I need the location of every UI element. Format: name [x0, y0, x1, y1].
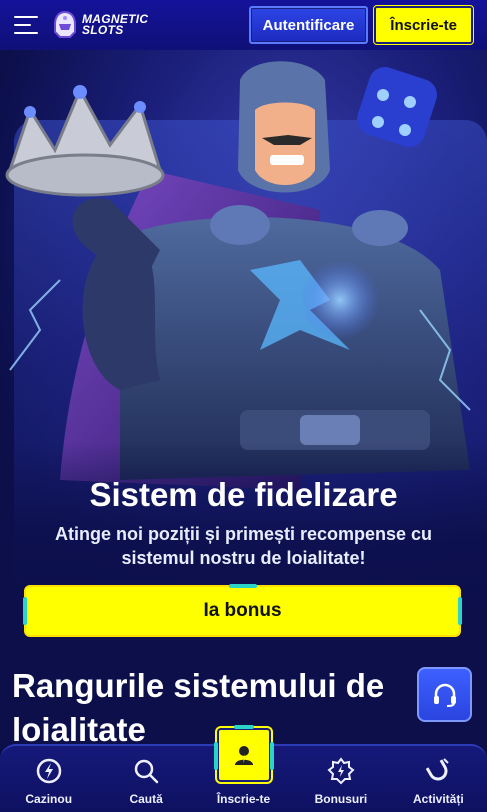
- nav-item-search[interactable]: Caută: [97, 746, 194, 812]
- dice-icon: [357, 67, 437, 147]
- top-header: MAGNETIC SLOTS Autentificare Înscrie-te: [0, 0, 487, 50]
- nav-item-bonuses[interactable]: Bonusuri: [292, 746, 389, 812]
- nav-item-signup[interactable]: Înscrie-te: [195, 725, 292, 812]
- brand-logo[interactable]: MAGNETIC SLOTS: [52, 10, 148, 40]
- nav-item-casino[interactable]: Cazinou: [0, 746, 97, 812]
- signup-center-button[interactable]: [213, 725, 274, 782]
- login-button[interactable]: Autentificare: [248, 6, 369, 44]
- logo-text-line2: SLOTS: [82, 23, 124, 37]
- get-bonus-button[interactable]: Ia bonus: [23, 584, 462, 637]
- ranks-title-line2: loialitate: [12, 711, 146, 748]
- signup-button[interactable]: Înscrie-te: [374, 6, 473, 44]
- crown-icon: [5, 85, 165, 197]
- menu-icon[interactable]: [14, 16, 38, 34]
- bonus-badge-icon: [326, 756, 356, 786]
- casino-chip-icon: [34, 756, 64, 786]
- search-icon: [131, 756, 161, 786]
- ranks-title-line1: Rangurile sistemului de: [12, 667, 385, 704]
- get-bonus-label: Ia bonus: [203, 600, 282, 621]
- headset-icon: [433, 683, 456, 707]
- support-chat-button[interactable]: [417, 667, 472, 722]
- logo-helmet-icon: [52, 10, 78, 40]
- user-icon: [234, 746, 253, 765]
- magnet-icon: [423, 756, 453, 786]
- bottom-navigation: Cazinou Caută Înscrie-te Bonusuri Activi…: [0, 725, 487, 812]
- hero-title: Sistem de fidelizare: [89, 476, 398, 513]
- hero-subtitle: Atinge noi poziții și primești recompens…: [54, 524, 433, 568]
- nav-item-activities[interactable]: Activități: [390, 746, 487, 812]
- hero-banner: Sistem de fidelizare Atinge noi poziții …: [0, 50, 487, 662]
